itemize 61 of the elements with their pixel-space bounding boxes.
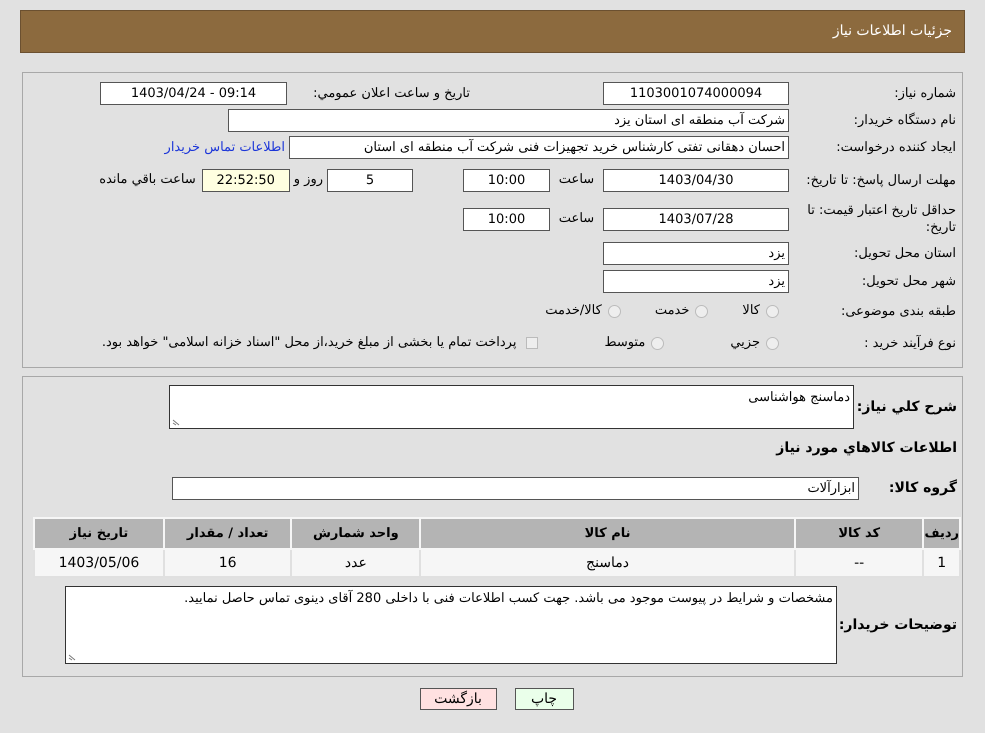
field-label: ساعت [558, 210, 596, 228]
text-field[interactable]: 1403/04/30 [603, 168, 789, 192]
text-area[interactable]: دماسنج هواشناسی [169, 385, 854, 429]
option-label: خدمت [654, 302, 690, 320]
field-label: شماره نیاز: [893, 85, 957, 102]
table-cell: -- [794, 549, 924, 577]
print-button[interactable]: چاپ [514, 688, 574, 710]
option-label: جزيي [730, 334, 760, 352]
text-field[interactable]: 10:00 [463, 208, 550, 230]
text-field[interactable]: 1103001074000094 [603, 82, 789, 105]
back-button[interactable]: بازگشت [420, 688, 496, 710]
field-label: شرح کلي نياز: [856, 398, 958, 416]
radio-button[interactable] [766, 336, 779, 350]
section-heading: اطلاعات کالاهاي مورد نياز [774, 439, 958, 458]
radio-button[interactable] [695, 304, 708, 318]
text-field[interactable]: 5 [327, 168, 413, 192]
column-header: رديف [923, 518, 960, 549]
field-label: استان محل تحویل: [853, 244, 957, 262]
field-label: روز و [292, 171, 324, 190]
field-label: تاريخ و ساعت اعلان عمومي: [312, 85, 471, 102]
field-label: توضیحات خریدار: [839, 616, 958, 634]
option-label: کالا/خدمت [545, 302, 602, 320]
field-label: حداقل تاریخ اعتبار قیمت: تا تاریخ: [806, 202, 957, 236]
text-field[interactable]: یزد [603, 270, 789, 292]
field-label: نوع فرآیند خرید : [863, 334, 957, 352]
radio-button[interactable] [608, 304, 621, 318]
table-cell: 1403/05/06 [34, 549, 164, 577]
field-label: گروه کالا: [888, 478, 958, 498]
column-header: واحد شمارش [291, 518, 420, 549]
column-header: تاريخ نياز [34, 518, 164, 549]
column-header: کد کالا [794, 518, 924, 549]
field-label: شهر محل تحویل: [860, 272, 957, 290]
text-field[interactable]: 10:00 [463, 168, 550, 192]
radio-button[interactable] [651, 336, 664, 350]
column-header: تعداد / مقدار [164, 518, 292, 549]
table-cell: عدد [291, 549, 420, 577]
field-label: نام دستگاه خريدار: [852, 112, 957, 129]
column-header: نام کالا [420, 518, 795, 549]
text-field[interactable]: شرکت آب منطقه ای استان یزد [228, 109, 789, 132]
table-cell: دماسنج [420, 549, 795, 577]
field-label: مهلت ارسال پاسخ: تا تاریخ: [805, 172, 957, 188]
field-label: طبقه بندی موضوعی: [840, 302, 957, 320]
text-field[interactable]: 1403/07/28 [603, 208, 789, 230]
text-field[interactable]: 1403/04/24 - 09:14 [100, 82, 287, 105]
text-area[interactable]: مشخصات و شرایط در پیوست موجود می باشد. جهت کسب اطلاعات فنی با داخلی 280 آقای دینوی تماس حاصل نمایید. [65, 586, 837, 664]
option-label: کالا [742, 302, 760, 320]
table-cell: 16 [164, 549, 292, 577]
table-cell: 1 [923, 549, 960, 577]
radio-button[interactable] [766, 304, 779, 318]
contact-link[interactable]: اطلاعات تماس خريدار [164, 138, 285, 158]
field-label: ساعت باقي مانده [98, 171, 197, 190]
text-field[interactable]: ابزارآلات [172, 476, 859, 500]
option-label: متوسط [604, 334, 646, 352]
page-title: جزئیات اطلاعات نیاز [832, 22, 952, 41]
checkbox[interactable] [526, 337, 538, 349]
option-label: پرداخت تمام یا بخشی از مبلغ خرید،از محل "اسناد خزانه اسلامی" خواهد بود. [102, 334, 516, 352]
text-field[interactable]: احسان دهقانی تفتی کارشناس خرید تجهیزات فنی شرکت آب منطقه ای استان [289, 136, 789, 159]
field-label: ایجاد کننده درخواست: [835, 139, 957, 156]
text-field[interactable]: یزد [603, 242, 789, 264]
field-label: ساعت [558, 171, 596, 190]
text-field[interactable]: 22:52:50 [202, 168, 290, 192]
